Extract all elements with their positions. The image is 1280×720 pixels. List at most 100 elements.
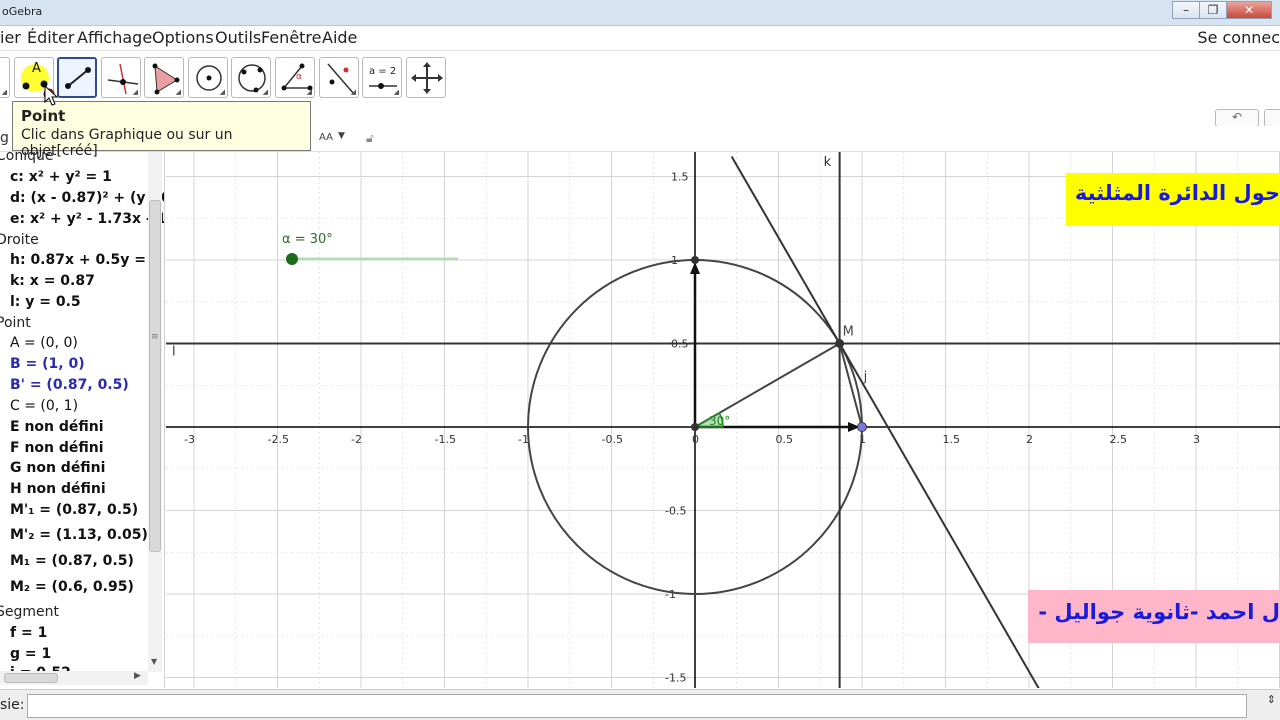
x-tick-label: 0.5 [776, 433, 794, 446]
algebra-item-M1-prime[interactable]: M'₁ = (0.87, 0.5) [10, 502, 138, 518]
font-size-button[interactable]: AA [319, 132, 333, 143]
group-segment[interactable]: Segment [0, 604, 59, 620]
angle-label: 30° [709, 414, 730, 428]
menu-tools[interactable]: Outils [215, 28, 261, 47]
graphics-view[interactable]: -3 -2.5 -2 -1.5 -1 -0.5 0 0.5 1 1.5 2 2.5 3 1.5 1 0.5 -0… [166, 152, 1280, 688]
algebra-item-d[interactable]: d: (x - 0.87)² + (y - 0 [10, 190, 164, 206]
tooltip: Point Clic dans Graphique ou sur un obje… [12, 101, 311, 159]
algebra-item-G[interactable]: G non défini [10, 460, 105, 476]
angle-tool[interactable]: α ◢ [275, 57, 315, 98]
menu-file[interactable]: ier [0, 28, 21, 47]
algebra-item-E[interactable]: E non défini [10, 419, 104, 435]
algebra-item-e[interactable]: e: x² + y² - 1.73x - 1 [10, 211, 164, 227]
algebra-view: Conique c: x² + y² = 1 d: (x - 0.87)² + … [0, 152, 165, 688]
title-banner: حول الدائرة المثلثية [1066, 173, 1280, 226]
x-tick-label: 1.5 [943, 433, 961, 446]
scroll-grip-icon: ≡ [151, 332, 159, 342]
algebra-scroll-thumb[interactable] [149, 200, 161, 552]
algebra-item-C[interactable]: C = (0, 1) [10, 398, 78, 414]
label-l: l [172, 345, 176, 360]
point-M [835, 339, 845, 348]
label-j: j [863, 370, 868, 385]
algebra-item-c[interactable]: c: x² + y² = 1 [10, 169, 112, 185]
algebra-item-B[interactable]: B = (1, 0) [10, 356, 85, 372]
scroll-right-icon[interactable]: ▶ [134, 671, 141, 681]
menu-edit[interactable]: Éditer [27, 28, 74, 47]
slider-tool[interactable]: a = 2 ◢ [362, 57, 402, 98]
menu-window[interactable]: Fenêtre [261, 28, 322, 47]
algebra-item-f[interactable]: f = 1 [10, 625, 47, 641]
reflect-tool[interactable]: ◢ [319, 57, 359, 98]
perpendicular-tool[interactable]: ◢ [101, 57, 141, 98]
algebra-item-F[interactable]: F non défini [10, 440, 104, 456]
app-title: oGebra [2, 5, 43, 18]
menu-options[interactable]: Options [152, 28, 214, 47]
polygon-tool[interactable]: ◢ [144, 57, 184, 98]
algebra-item-M1[interactable]: M₁ = (0.87, 0.5) [10, 553, 134, 569]
x-tick-label: -3 [184, 433, 195, 446]
label-M: M [843, 325, 854, 340]
menu-help[interactable]: Aide [322, 28, 357, 47]
input-label: sie: [0, 697, 25, 713]
minimize-button[interactable]: – [1172, 1, 1200, 19]
title-bar: oGebra – ❐ ✕ [0, 0, 1280, 26]
label-k: k [824, 155, 832, 170]
y-tick-label: -1 [665, 588, 676, 601]
scroll-down-icon[interactable]: ▼ [151, 657, 157, 666]
y-tick-label: -1.5 [665, 672, 686, 685]
x-tick-label: -1.5 [435, 433, 456, 446]
x-tick-label: -0.5 [602, 433, 623, 446]
group-line[interactable]: Droite [0, 232, 39, 248]
algebra-item-M2-prime[interactable]: M'₂ = (1.13, 0.05) [10, 527, 148, 543]
close-button[interactable]: ✕ [1226, 1, 1272, 19]
point-C [691, 256, 699, 264]
y-tick-label: 1.5 [671, 171, 689, 184]
angle-tool-label: α [296, 72, 302, 82]
algebra-item-l[interactable]: l: y = 0.5 [10, 294, 81, 310]
move-tool[interactable]: ◢ [0, 57, 10, 98]
x-tick-label: -2 [351, 433, 362, 446]
chevron-down-icon[interactable]: ▼ [338, 131, 345, 141]
maximize-button[interactable]: ❐ [1199, 1, 1227, 19]
lock-icon[interactable]: 🔓︎ [366, 131, 374, 146]
point-tool-label: A [32, 61, 41, 76]
menu-view[interactable]: Affichage [77, 28, 152, 47]
algebra-item-k[interactable]: k: x = 0.87 [10, 273, 95, 289]
input-bar: sie: ⇕ [0, 689, 1280, 720]
group-point[interactable]: Point [0, 315, 31, 331]
slider-handle [286, 253, 298, 265]
x-tick-label: 2.5 [1110, 433, 1128, 446]
circle-tool[interactable]: ◢ [188, 57, 228, 98]
algebra-item-A[interactable]: A = (0, 0) [10, 335, 78, 351]
move-graphics-tool[interactable] [406, 57, 446, 98]
circle-three-points-tool[interactable]: ◢ [231, 57, 271, 98]
algebra-item-h[interactable]: h: 0.87x + 0.5y = 1 [10, 252, 161, 268]
x-tick-label: 3 [1193, 433, 1200, 446]
menu-bar: ier Éditer Affichage Options Outils Fenê… [0, 26, 1280, 51]
line-tool[interactable] [57, 57, 97, 98]
y-tick-label: -0.5 [665, 505, 686, 518]
input-field[interactable] [27, 694, 1247, 718]
x-tick-label: 2 [1026, 433, 1033, 446]
input-history-icon[interactable]: ⇕ [1267, 693, 1276, 706]
mouse-cursor-icon [44, 84, 59, 106]
algebra-horizontal-scrollbar[interactable]: ▶ [0, 671, 148, 685]
author-banner: ل احمد -ثانوية جواليل - [1028, 590, 1280, 643]
algebra-item-M2[interactable]: M₂ = (0.6, 0.95) [10, 579, 134, 595]
point-B [857, 422, 867, 432]
stylebar-label: g [0, 130, 9, 146]
tooltip-title: Point [21, 107, 66, 125]
algebra-item-g[interactable]: g = 1 [10, 646, 51, 662]
redo-button[interactable]: ↷ [1264, 109, 1280, 127]
line-tool-icon [65, 67, 91, 89]
sign-in-link[interactable]: Se connec [1197, 28, 1280, 47]
slider-label: α = 30° [282, 232, 333, 247]
x-tick-label: -2.5 [268, 433, 289, 446]
point-A [691, 423, 699, 431]
hscroll-thumb[interactable] [4, 673, 58, 683]
move-graphics-icon [411, 62, 443, 94]
algebra-item-B-prime[interactable]: B' = (0.87, 0.5) [10, 377, 129, 393]
algebra-item-H[interactable]: H non défini [10, 481, 106, 497]
window-controls: – ❐ ✕ [1172, 1, 1272, 19]
undo-button[interactable]: ↶ [1215, 109, 1259, 127]
